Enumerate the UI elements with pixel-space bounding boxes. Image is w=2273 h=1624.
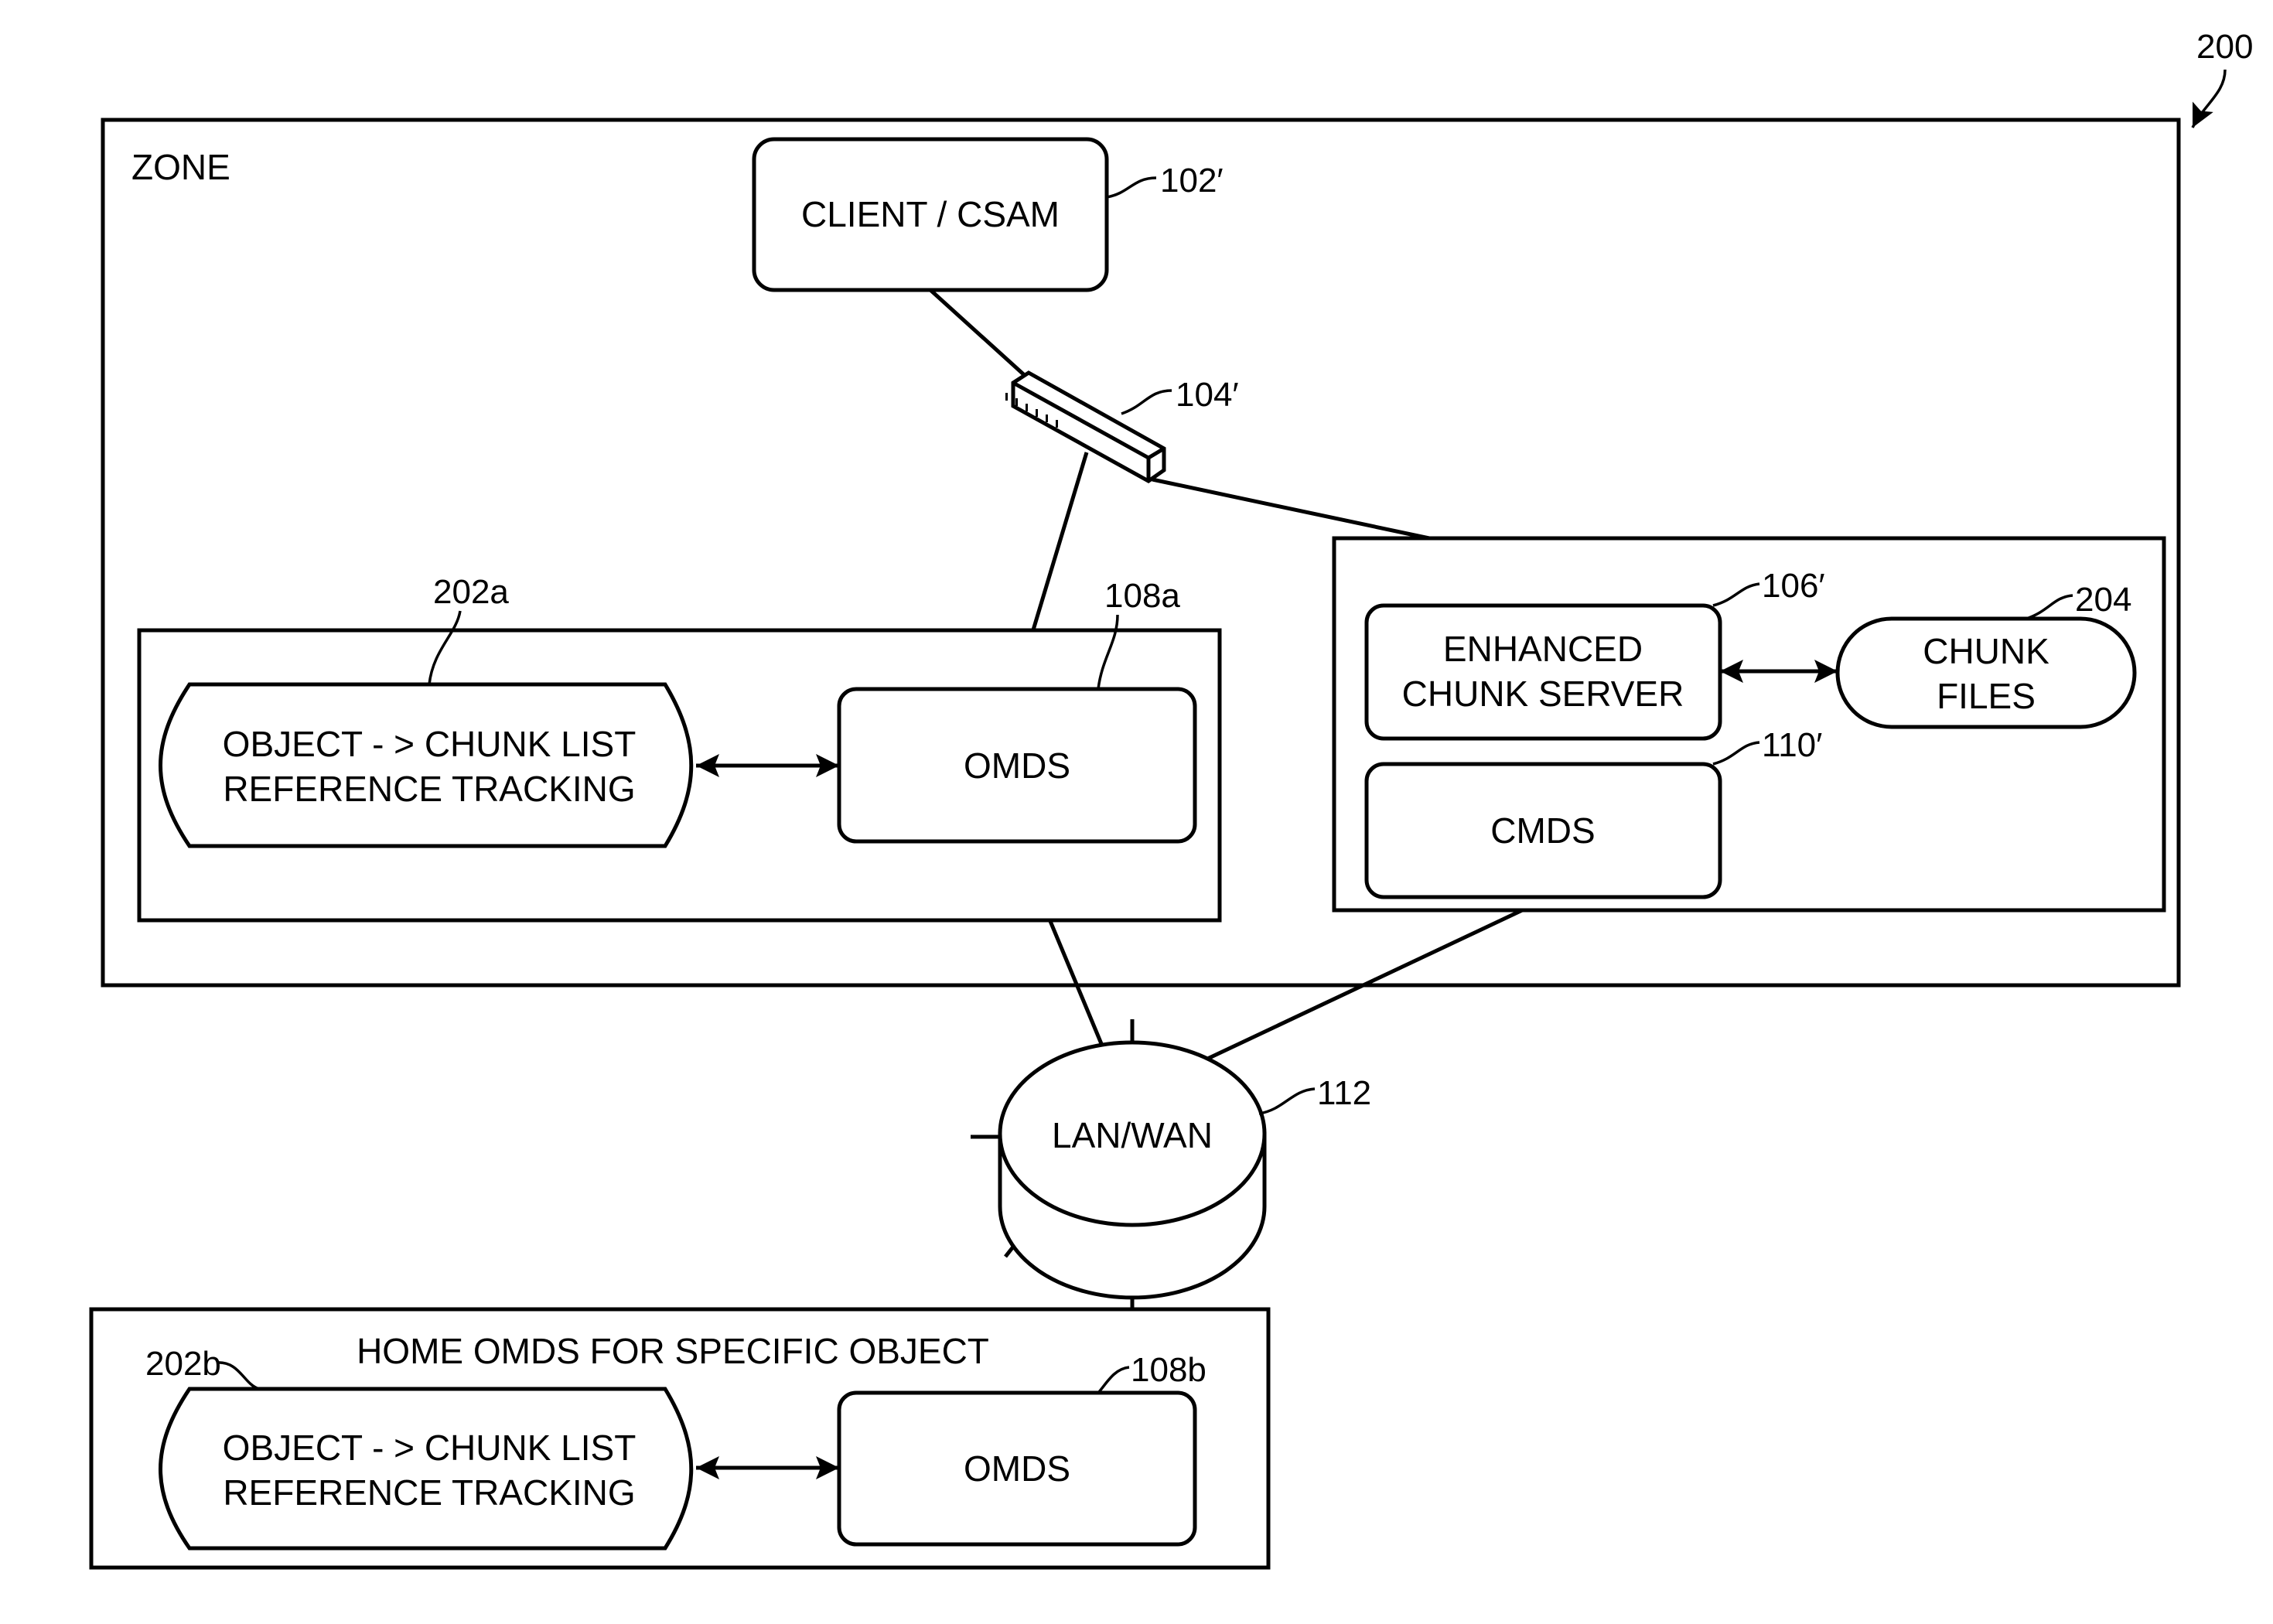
chunk-server-node[interactable]: ENHANCED CHUNK SERVER [1364, 603, 1722, 741]
home-omds-title: HOME OMDS FOR SPECIFIC OBJECT [357, 1331, 989, 1371]
tracking-b-line1: OBJECT - > CHUNK LIST [223, 1428, 637, 1468]
zone-label: ZONE [131, 147, 230, 187]
chunk-files-node[interactable]: CHUNK FILES [1835, 616, 2137, 729]
chunk-server-ref: 106′ [1762, 567, 1825, 605]
chunk-files-line2: FILES [1937, 676, 2036, 716]
tracking-b-line2: REFERENCE TRACKING [223, 1472, 635, 1513]
omds-b-node[interactable]: OMDS [837, 1390, 1197, 1547]
patent-diagram: 200 ZONE CLIENT / CSAM 102′ 104′ OBJECT … [89, 28, 2253, 1570]
tracking-a-line2: REFERENCE TRACKING [223, 769, 635, 809]
switch-ref: 104′ [1176, 376, 1239, 414]
tracking-b-ref: 202b [145, 1345, 221, 1383]
network-ref: 112 [1317, 1074, 1371, 1112]
omds-a-node[interactable]: OMDS [837, 687, 1197, 844]
network-label: LAN/WAN [1052, 1115, 1213, 1155]
omds-a-ref: 108a [1104, 577, 1180, 615]
omds-a-label: OMDS [964, 745, 1070, 786]
omds-b-label: OMDS [964, 1448, 1070, 1489]
client-ref: 102′ [1160, 162, 1224, 200]
network-node[interactable]: LAN/WAN [998, 1040, 1267, 1300]
chunk-files-ref: 204 [2075, 581, 2131, 619]
client-label: CLIENT / CSAM [801, 194, 1060, 234]
chunk-server-line1: ENHANCED [1443, 629, 1643, 669]
figure-reference-arrow [2191, 69, 2227, 128]
client-node[interactable]: CLIENT / CSAM [752, 137, 1109, 292]
tracking-a-ref: 202a [433, 573, 509, 611]
cmds-node[interactable]: CMDS [1364, 762, 1722, 899]
cmds-label: CMDS [1490, 810, 1595, 851]
tracking-a-line1: OBJECT - > CHUNK LIST [223, 724, 637, 764]
chunk-files-line1: CHUNK [1923, 631, 2049, 671]
tracking-a-node[interactable]: OBJECT - > CHUNK LIST REFERENCE TRACKING [159, 682, 694, 848]
network-leader [1258, 1087, 1316, 1115]
tracking-b-node[interactable]: OBJECT - > CHUNK LIST REFERENCE TRACKING [159, 1387, 694, 1551]
chunk-server-line2: CHUNK SERVER [1402, 674, 1684, 714]
omds-b-ref: 108b [1131, 1351, 1206, 1389]
cmds-ref: 110′ [1762, 726, 1822, 764]
figure-reference-label: 200 [2196, 28, 2253, 66]
